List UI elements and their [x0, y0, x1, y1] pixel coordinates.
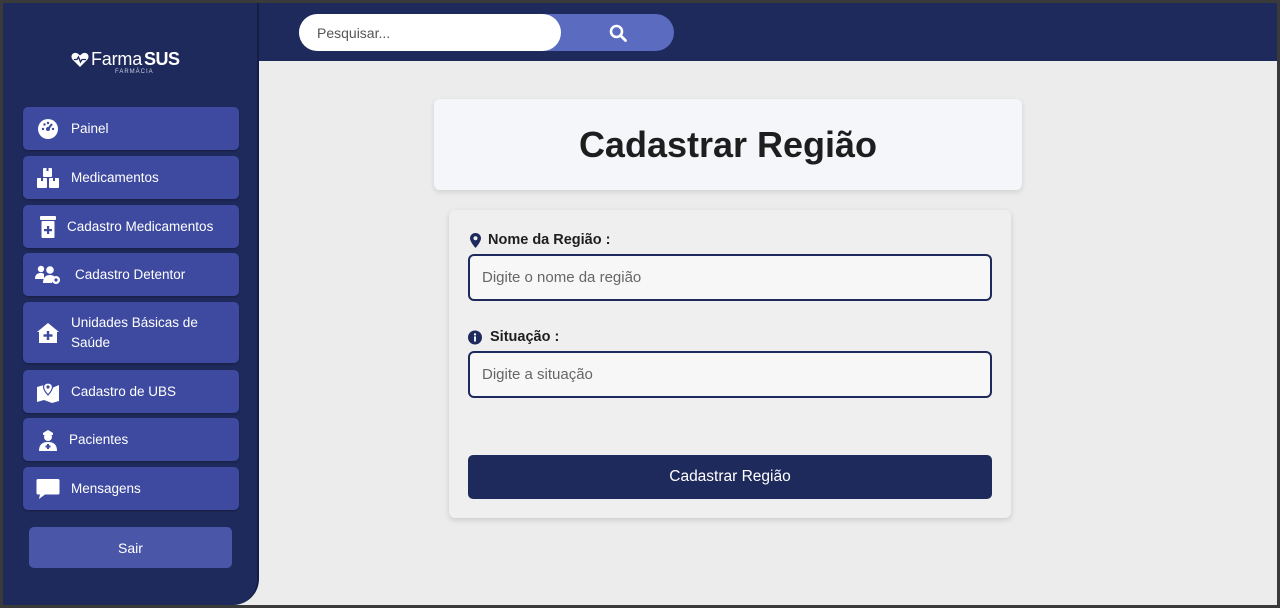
gauge-icon	[35, 116, 61, 142]
app-window: FarmaSUS FARMÁCIA Painel	[3, 3, 1277, 605]
region-name-label-text: Nome da Região :	[488, 232, 611, 248]
status-label: Situação :	[468, 329, 559, 345]
prescription-bottle-icon	[35, 214, 61, 240]
map-location-icon	[35, 379, 61, 405]
sidebar-item-medicamentos[interactable]: Medicamentos	[23, 156, 239, 199]
sidebar-item-cadastro-ubs[interactable]: Cadastro de UBS	[23, 370, 239, 413]
sidebar-item-painel[interactable]: Painel	[23, 107, 239, 150]
search-bar	[299, 14, 674, 51]
sidebar-item-cadastro-detentor[interactable]: Cadastro Detentor	[23, 253, 239, 296]
search-input[interactable]	[299, 14, 561, 51]
region-name-field[interactable]	[468, 254, 992, 301]
sidebar-item-label: Pacientes	[69, 431, 129, 447]
submit-region-button[interactable]: Cadastrar Região	[468, 455, 992, 499]
page-title-card: Cadastrar Região	[434, 99, 1022, 190]
status-label-text: Situação :	[490, 329, 560, 345]
sidebar-item-label: Cadastro Medicamentos	[67, 218, 214, 234]
sidebar-item-label: Cadastro de UBS	[71, 383, 177, 399]
users-gear-icon	[35, 262, 61, 288]
sidebar-item-unidades-basicas[interactable]: Unidades Básicas de Saúde	[23, 302, 239, 363]
sidebar-item-label: Mensagens	[71, 480, 141, 496]
sidebar-item-label: Painel	[71, 120, 109, 136]
page-title: Cadastrar Região	[578, 123, 878, 165]
logo-text-farma: Farma	[91, 49, 143, 69]
search-icon	[609, 24, 627, 42]
status-field[interactable]	[468, 351, 992, 398]
sidebar-item-label: Cadastro Detentor	[75, 266, 186, 282]
region-name-label: Nome da Região :	[468, 232, 610, 248]
sidebar-item-label: Medicamentos	[71, 169, 159, 185]
info-circle-icon	[468, 329, 482, 345]
map-pin-icon	[468, 232, 482, 248]
sidebar: Farma SUS FARMÁCIA Painel Medicamentos C…	[3, 3, 259, 605]
sidebar-item-pacientes[interactable]: Pacientes	[23, 418, 239, 461]
sidebar-item-cadastro-medicamentos[interactable]: Cadastro Medicamentos	[23, 205, 239, 248]
logo-text-sus: SUS	[144, 49, 180, 69]
boxes-icon	[35, 165, 61, 191]
farmasus-logo: Farma SUS FARMÁCIA	[71, 49, 191, 79]
region-form: Nome da Região : Situação : Cadastrar Re…	[449, 210, 1011, 518]
sidebar-item-mensagens[interactable]: Mensagens	[23, 467, 239, 510]
message-icon	[35, 476, 61, 502]
sidebar-item-label: Unidades Básicas de Saúde	[71, 314, 198, 350]
user-nurse-icon	[35, 427, 61, 453]
house-medical-icon	[35, 320, 61, 346]
logo-subtitle: FARMÁCIA	[115, 69, 154, 75]
heart-pulse-icon	[71, 52, 89, 67]
search-button[interactable]	[561, 14, 674, 51]
logout-button[interactable]: Sair	[29, 527, 232, 568]
